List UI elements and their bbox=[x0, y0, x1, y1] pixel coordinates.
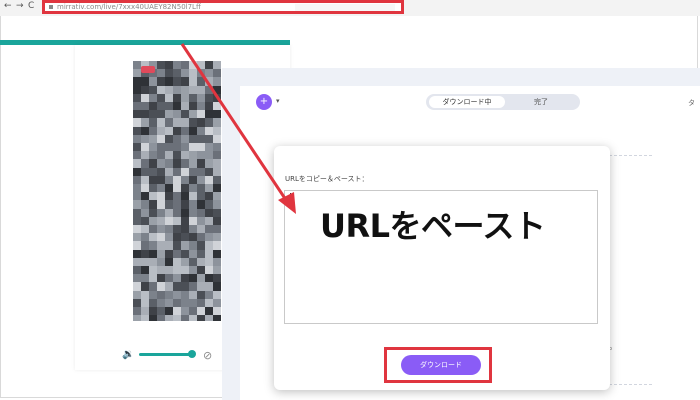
video-mosaic-tile bbox=[189, 315, 197, 321]
url-redaction bbox=[295, 4, 395, 11]
download-button[interactable]: ダウンロード bbox=[401, 355, 481, 375]
reload-icon[interactable]: C bbox=[28, 1, 34, 11]
video-mosaic-tile bbox=[197, 315, 205, 321]
video-mosaic-tile bbox=[157, 315, 165, 321]
add-url-icon[interactable]: + bbox=[256, 94, 272, 110]
live-video-player[interactable] bbox=[133, 61, 221, 321]
live-badge bbox=[141, 66, 155, 73]
video-mosaic-tile bbox=[181, 315, 189, 321]
text-caret bbox=[290, 193, 291, 203]
drop-area-text: 。 bbox=[609, 342, 617, 351]
tab-done[interactable]: 完了 bbox=[508, 96, 574, 108]
video-mosaic-tile bbox=[213, 315, 221, 321]
paste-url-annotation: URLをペースト bbox=[320, 207, 546, 245]
video-mosaic-tile bbox=[205, 315, 213, 321]
url-input-label: URLをコピー＆ペースト： bbox=[285, 175, 369, 183]
volume-icon[interactable]: 🔉 bbox=[122, 349, 134, 360]
video-mosaic-tile bbox=[173, 315, 181, 321]
site-info-icon bbox=[49, 5, 53, 9]
video-mosaic-tile bbox=[165, 315, 173, 321]
video-mosaic-tile bbox=[149, 315, 157, 321]
video-mosaic-tile bbox=[133, 315, 141, 321]
screen-off-icon[interactable]: ⊘ bbox=[203, 349, 212, 362]
video-mosaic-tile bbox=[141, 315, 149, 321]
forward-icon[interactable]: → bbox=[16, 1, 24, 11]
address-bar-url: mirrativ.com/live/7xxx40UAEY82N50l7Lff bbox=[57, 3, 201, 11]
volume-slider-handle[interactable] bbox=[188, 350, 196, 358]
browser-toolbar: ← → C mirrativ.com/live/7xxx40UAEY82N50l… bbox=[0, 0, 700, 16]
chevron-down-icon[interactable]: ▾ bbox=[276, 97, 280, 105]
volume-slider[interactable] bbox=[139, 353, 191, 356]
address-bar[interactable]: mirrativ.com/live/7xxx40UAEY82N50l7Lff bbox=[42, 0, 404, 14]
top-right-label[interactable]: タ bbox=[688, 98, 695, 108]
back-icon[interactable]: ← bbox=[4, 1, 12, 11]
tab-downloading[interactable]: ダウンロード中 bbox=[429, 96, 505, 108]
